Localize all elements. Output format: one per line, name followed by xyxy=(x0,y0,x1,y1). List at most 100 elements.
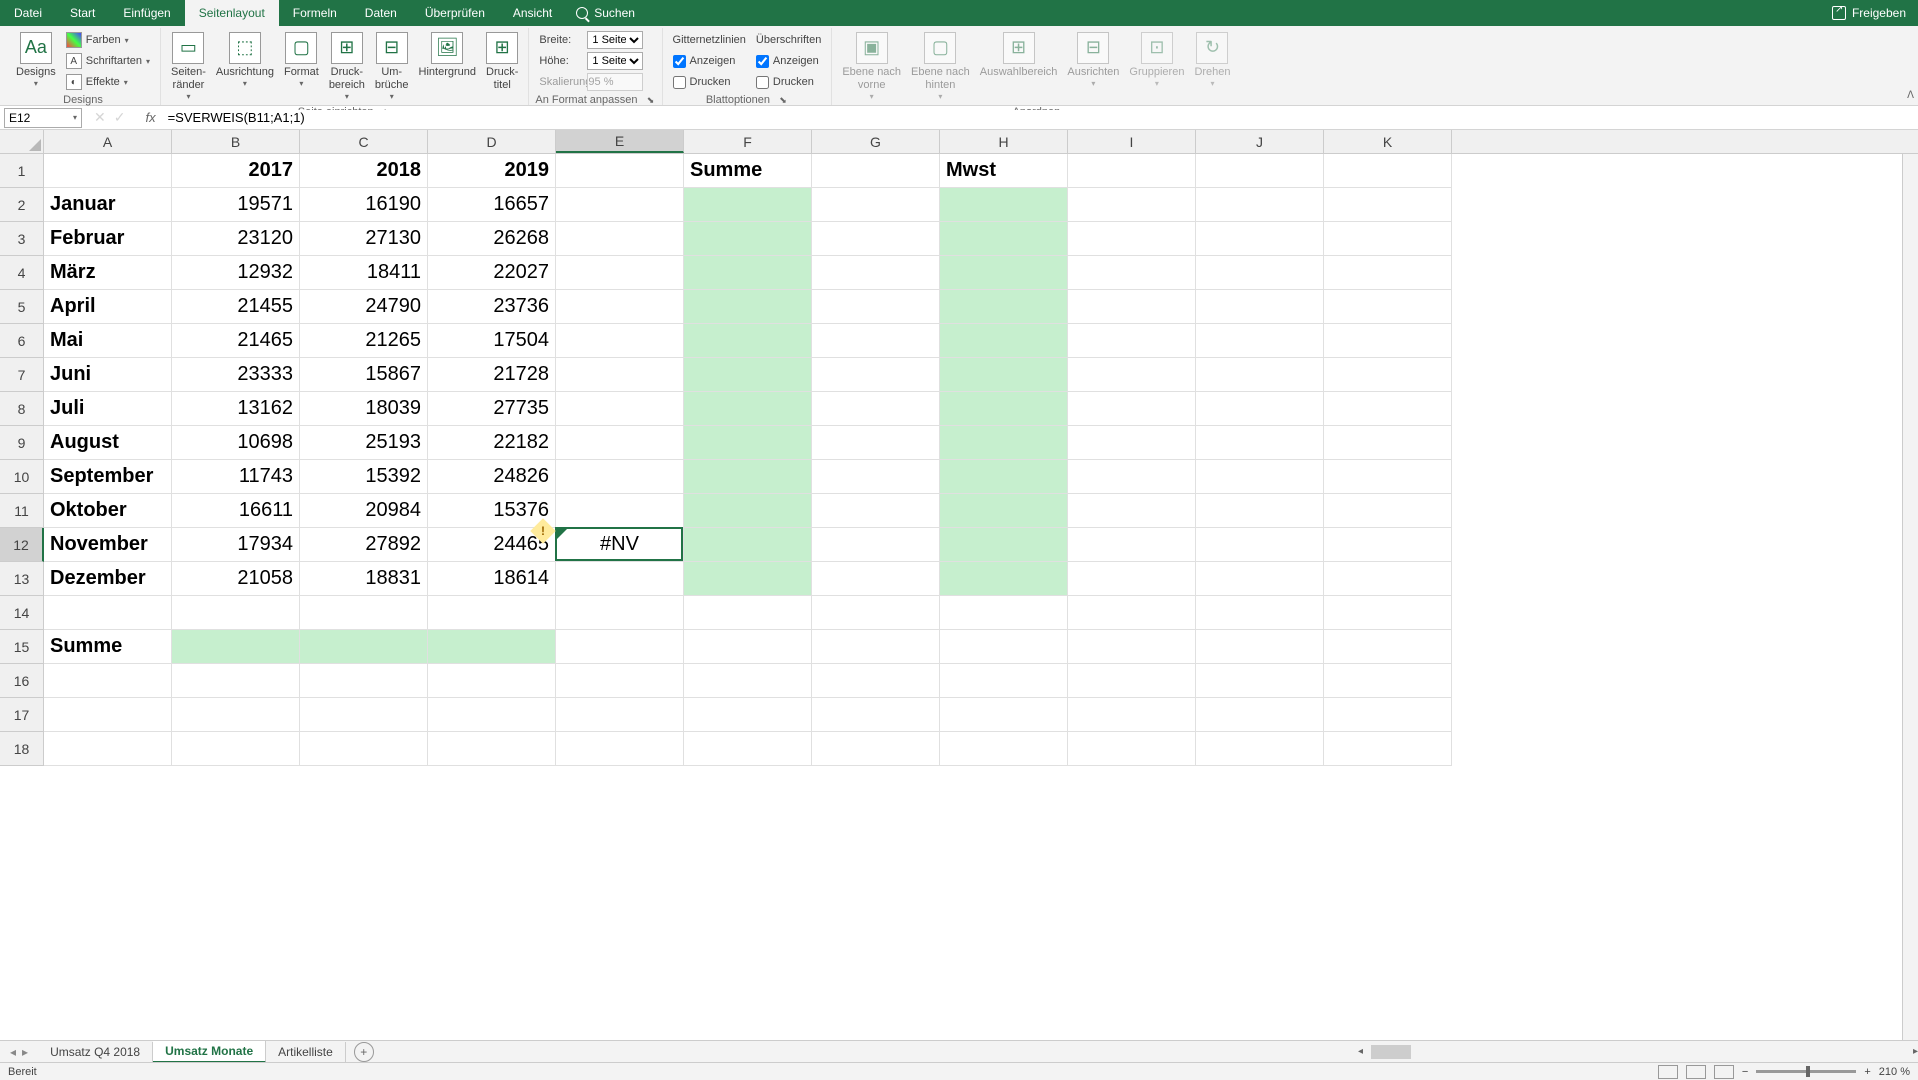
effects-button[interactable]: ◐Effekte▾ xyxy=(62,72,154,92)
sheet-tab-1[interactable]: Umsatz Monate xyxy=(153,1041,266,1063)
col-header-K[interactable]: K xyxy=(1324,130,1452,153)
cell-F15[interactable] xyxy=(684,630,812,664)
row-header-14[interactable]: 14 xyxy=(0,596,44,630)
cell-G5[interactable] xyxy=(812,290,940,324)
col-header-F[interactable]: F xyxy=(684,130,812,153)
cell-A17[interactable] xyxy=(44,698,172,732)
cell-A9[interactable]: August xyxy=(44,426,172,460)
tab-start[interactable]: Start xyxy=(56,0,109,26)
cell-F3[interactable] xyxy=(684,222,812,256)
cell-B7[interactable]: 23333 xyxy=(172,358,300,392)
cell-I7[interactable] xyxy=(1068,358,1196,392)
row-header-6[interactable]: 6 xyxy=(0,324,44,358)
row-header-18[interactable]: 18 xyxy=(0,732,44,766)
cell-K11[interactable] xyxy=(1324,494,1452,528)
cell-A14[interactable] xyxy=(44,596,172,630)
cell-B3[interactable]: 23120 xyxy=(172,222,300,256)
cell-H11[interactable] xyxy=(940,494,1068,528)
cell-G6[interactable] xyxy=(812,324,940,358)
cell-E13[interactable] xyxy=(556,562,684,596)
cell-B5[interactable]: 21455 xyxy=(172,290,300,324)
cell-J5[interactable] xyxy=(1196,290,1324,324)
cell-G16[interactable] xyxy=(812,664,940,698)
cell-F8[interactable] xyxy=(684,392,812,426)
cell-K12[interactable] xyxy=(1324,528,1452,562)
cell-I5[interactable] xyxy=(1068,290,1196,324)
cell-I9[interactable] xyxy=(1068,426,1196,460)
cell-J2[interactable] xyxy=(1196,188,1324,222)
cell-E12[interactable]: #NV xyxy=(556,528,684,562)
cell-A5[interactable]: April xyxy=(44,290,172,324)
cell-C15[interactable] xyxy=(300,630,428,664)
row-header-15[interactable]: 15 xyxy=(0,630,44,664)
cell-G11[interactable] xyxy=(812,494,940,528)
cell-K13[interactable] xyxy=(1324,562,1452,596)
cell-K9[interactable] xyxy=(1324,426,1452,460)
cell-K14[interactable] xyxy=(1324,596,1452,630)
breaks-button[interactable]: ⊟Um- brüche▾ xyxy=(371,30,413,104)
cell-B1[interactable]: 2017 xyxy=(172,154,300,188)
cell-C13[interactable]: 18831 xyxy=(300,562,428,596)
cell-G3[interactable] xyxy=(812,222,940,256)
cell-D4[interactable]: 22027 xyxy=(428,256,556,290)
cell-E3[interactable] xyxy=(556,222,684,256)
cell-E17[interactable] xyxy=(556,698,684,732)
cell-H3[interactable] xyxy=(940,222,1068,256)
cell-H6[interactable] xyxy=(940,324,1068,358)
cell-C18[interactable] xyxy=(300,732,428,766)
cell-A4[interactable]: März xyxy=(44,256,172,290)
cell-I18[interactable] xyxy=(1068,732,1196,766)
cell-A7[interactable]: Juni xyxy=(44,358,172,392)
cell-G1[interactable] xyxy=(812,154,940,188)
cell-E1[interactable] xyxy=(556,154,684,188)
cell-A15[interactable]: Summe xyxy=(44,630,172,664)
cell-B18[interactable] xyxy=(172,732,300,766)
cell-I11[interactable] xyxy=(1068,494,1196,528)
cell-J6[interactable] xyxy=(1196,324,1324,358)
page-layout-view-button[interactable] xyxy=(1686,1065,1706,1079)
cell-F7[interactable] xyxy=(684,358,812,392)
accept-formula-icon[interactable]: ✓ xyxy=(114,109,126,126)
cell-C1[interactable]: 2018 xyxy=(300,154,428,188)
cell-H2[interactable] xyxy=(940,188,1068,222)
cell-D3[interactable]: 26268 xyxy=(428,222,556,256)
size-button[interactable]: ▢Format▾ xyxy=(280,30,323,91)
cell-C17[interactable] xyxy=(300,698,428,732)
cell-J7[interactable] xyxy=(1196,358,1324,392)
cell-I14[interactable] xyxy=(1068,596,1196,630)
cell-E15[interactable] xyxy=(556,630,684,664)
cell-A12[interactable]: November xyxy=(44,528,172,562)
cell-I17[interactable] xyxy=(1068,698,1196,732)
cell-E9[interactable] xyxy=(556,426,684,460)
cell-F10[interactable] xyxy=(684,460,812,494)
cell-G7[interactable] xyxy=(812,358,940,392)
zoom-in-button[interactable]: + xyxy=(1864,1066,1870,1078)
cell-E2[interactable] xyxy=(556,188,684,222)
cell-B17[interactable] xyxy=(172,698,300,732)
cell-C6[interactable]: 21265 xyxy=(300,324,428,358)
cell-D9[interactable]: 22182 xyxy=(428,426,556,460)
cell-J10[interactable] xyxy=(1196,460,1324,494)
gridlines-print-check[interactable] xyxy=(673,76,686,89)
cell-A8[interactable]: Juli xyxy=(44,392,172,426)
print-titles-button[interactable]: ⊞Druck- titel xyxy=(482,30,522,94)
cell-F2[interactable] xyxy=(684,188,812,222)
row-header-1[interactable]: 1 xyxy=(0,154,44,188)
cell-C8[interactable]: 18039 xyxy=(300,392,428,426)
cell-G9[interactable] xyxy=(812,426,940,460)
cell-B10[interactable]: 11743 xyxy=(172,460,300,494)
cell-C14[interactable] xyxy=(300,596,428,630)
cell-D1[interactable]: 2019 xyxy=(428,154,556,188)
cell-C2[interactable]: 16190 xyxy=(300,188,428,222)
cell-H14[interactable] xyxy=(940,596,1068,630)
cell-B15[interactable] xyxy=(172,630,300,664)
fx-icon[interactable]: fx xyxy=(137,110,163,125)
cell-E11[interactable] xyxy=(556,494,684,528)
sheet-nav-next-icon[interactable]: ▸ xyxy=(22,1045,28,1059)
cell-A16[interactable] xyxy=(44,664,172,698)
cell-C12[interactable]: 27892 xyxy=(300,528,428,562)
cell-I15[interactable] xyxy=(1068,630,1196,664)
row-header-3[interactable]: 3 xyxy=(0,222,44,256)
cell-H18[interactable] xyxy=(940,732,1068,766)
cell-C4[interactable]: 18411 xyxy=(300,256,428,290)
